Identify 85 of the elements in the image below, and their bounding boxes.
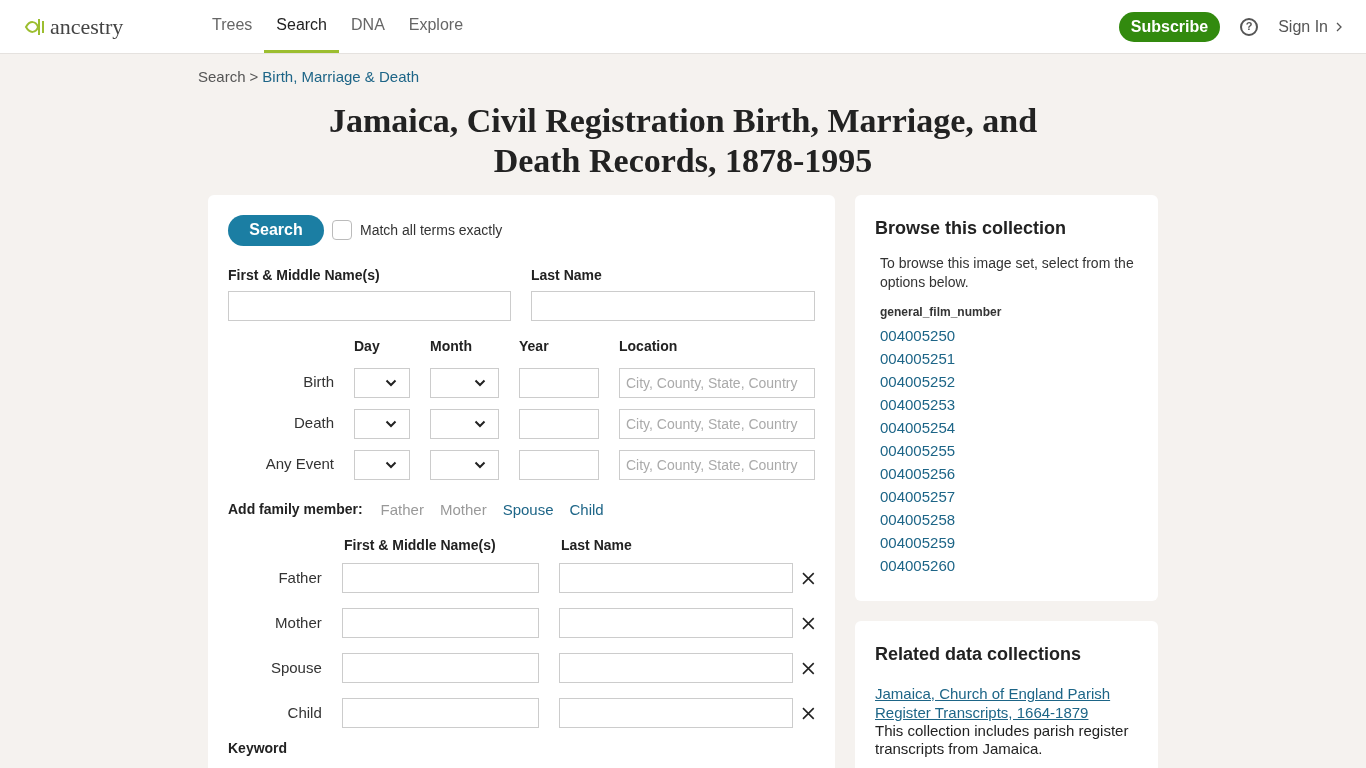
close-icon[interactable]	[802, 571, 815, 585]
event-label: Death	[292, 413, 334, 434]
close-icon[interactable]	[802, 661, 815, 675]
column-header: First & Middle Name(s)	[344, 536, 497, 555]
last-name-field[interactable]	[558, 608, 794, 638]
chevron-down-icon	[385, 419, 397, 428]
add-family-label: Add family member:	[228, 500, 363, 520]
family-label: Child	[286, 702, 322, 723]
film-number-link[interactable]: 004005258	[880, 507, 1138, 531]
year-field[interactable]	[519, 367, 599, 398]
film-number-link[interactable]: 004005253	[880, 392, 1138, 416]
column-header: Location	[619, 336, 679, 356]
nav-tab[interactable]: Search	[264, 0, 339, 53]
day-select[interactable]	[354, 408, 410, 439]
collection-link[interactable]: Jamaica, Church of England Parish Register Transcripts, 1664-1879	[875, 683, 1138, 722]
ancestry-logo[interactable]: ancestry	[24, 15, 200, 38]
breadcrumb-link[interactable]: Birth, Marriage & Death	[262, 66, 420, 89]
field-label: Last Name	[531, 265, 603, 283]
add-family-link[interactable]: Spouse	[502, 498, 554, 521]
film-number-link[interactable]: 004005257	[880, 484, 1138, 508]
location-field[interactable]: City, County, State, Country	[619, 408, 815, 439]
breadcrumb-link[interactable]: Search	[198, 66, 246, 89]
field-label: First & Middle Name(s)	[228, 265, 381, 283]
close-icon[interactable]	[802, 616, 815, 630]
year-field[interactable]	[519, 408, 599, 439]
column-header: Year	[519, 336, 550, 356]
chevron-down-icon	[385, 378, 397, 387]
location-field[interactable]: City, County, State, Country	[619, 449, 815, 480]
card-title: Related data collections	[875, 642, 1083, 666]
checkbox-label: Match all terms exactly	[360, 220, 503, 240]
film-number-link[interactable]: 004005260	[880, 553, 1138, 577]
film-number-link[interactable]: 004005251	[880, 346, 1138, 370]
day-select[interactable]	[354, 449, 410, 480]
first-name-field[interactable]	[228, 290, 511, 321]
chevron-down-icon	[474, 460, 486, 469]
breadcrumb-separator: >	[249, 67, 259, 87]
nav-tab[interactable]: Explore	[396, 0, 476, 53]
first-name-field[interactable]	[341, 653, 539, 683]
film-number-link[interactable]: 004005259	[880, 530, 1138, 554]
month-select[interactable]	[430, 367, 499, 398]
last-name-field[interactable]	[531, 290, 815, 321]
last-name-field[interactable]	[558, 653, 794, 683]
film-number-link[interactable]: 004005256	[880, 461, 1138, 485]
field-label: Keyword	[228, 739, 289, 758]
nav-tab[interactable]: Trees	[200, 0, 265, 53]
month-select[interactable]	[430, 408, 499, 439]
day-select[interactable]	[354, 367, 410, 398]
collection-description: This collection includes parish register transcripts from Jamaica.	[875, 721, 1130, 758]
add-family-link[interactable]: Child	[569, 498, 604, 521]
location-field[interactable]: City, County, State, Country	[619, 367, 815, 398]
sign-in-link[interactable]: Sign In	[1278, 14, 1342, 39]
film-number-link[interactable]: 004005255	[880, 438, 1138, 462]
checkbox[interactable]	[332, 220, 352, 240]
year-field[interactable]	[519, 449, 599, 480]
column-header: Last Name	[561, 536, 632, 555]
film-number-link[interactable]: 004005254	[880, 415, 1138, 439]
help-button[interactable]: ?	[1240, 17, 1259, 36]
leaf-icon	[24, 16, 46, 37]
search-button[interactable]: Search	[228, 214, 324, 246]
event-label: Any Event	[264, 454, 334, 475]
event-label: Birth	[302, 372, 334, 393]
close-icon[interactable]	[802, 706, 815, 720]
nav-tab[interactable]: DNA	[339, 0, 397, 53]
column-header: Day	[354, 336, 381, 356]
field-label: general_film_number	[879, 303, 1003, 321]
subscribe-button[interactable]: Subscribe	[1118, 11, 1221, 42]
last-name-field[interactable]	[558, 698, 794, 728]
card-title: Browse this collection	[875, 216, 1068, 240]
chevron-right-icon	[1336, 21, 1342, 32]
film-number-link[interactable]: 004005250	[880, 323, 1138, 347]
film-number-link[interactable]: 004005252	[880, 369, 1138, 393]
chevron-down-icon	[474, 419, 486, 428]
month-select[interactable]	[430, 449, 499, 480]
first-name-field[interactable]	[341, 563, 539, 593]
family-label: Father	[277, 567, 322, 588]
browse-description: To browse this image set, select from the options below.	[879, 253, 1135, 292]
last-name-field[interactable]	[558, 563, 794, 593]
first-name-field[interactable]	[341, 608, 539, 638]
page-title: Jamaica, Civil Registration Birth, Marriage, and Death Records, 1878-1995	[327, 100, 1039, 181]
family-label: Mother	[274, 612, 322, 633]
family-label: Spouse	[269, 657, 322, 678]
chevron-down-icon	[385, 460, 397, 469]
first-name-field[interactable]	[341, 698, 539, 728]
column-header: Month	[430, 336, 473, 356]
chevron-down-icon	[474, 378, 486, 387]
